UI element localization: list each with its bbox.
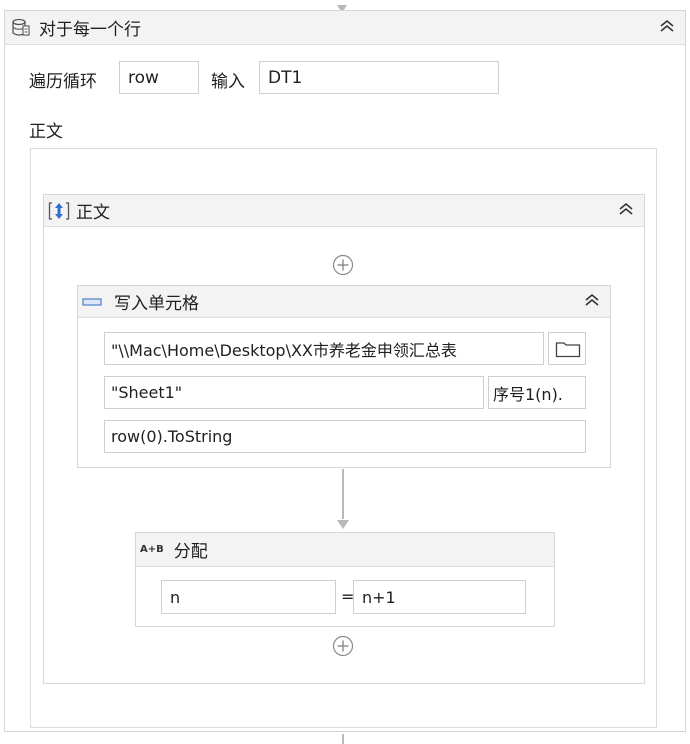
folder-icon (555, 340, 581, 358)
double-chevron-up-icon[interactable] (659, 18, 675, 38)
assign-header[interactable]: A+B 分配 (136, 533, 554, 567)
database-loop-icon (11, 18, 31, 38)
assign-activity[interactable]: A+B 分配 n = n+1 (135, 532, 555, 627)
flow-connector (342, 469, 344, 519)
cell-range-field[interactable]: 序号1(n). (488, 376, 586, 409)
foreach-header[interactable]: 对于每一个行 (5, 11, 685, 45)
write-cell-header[interactable]: 写入单元格 (78, 286, 610, 318)
input-collection-field[interactable]: DT1 (259, 61, 499, 94)
sheet-name-field[interactable]: "Sheet1" (104, 376, 484, 409)
sequence-activity[interactable]: 正文 写入单元格 "\\Mac\Home\Desktop\XX市养老金申领汇总表… (43, 194, 645, 684)
foreach-activity[interactable]: 对于每一个行 遍历循环 row 输入 DT1 正文 正文 写入单元格 "\\Ma… (4, 10, 686, 732)
write-cell-activity[interactable]: 写入单元格 "\\Mac\Home\Desktop\XX市养老金申领汇总表 "S… (77, 285, 611, 468)
sequence-icon (48, 201, 70, 221)
double-chevron-up-icon[interactable] (618, 201, 634, 221)
sequence-header[interactable]: 正文 (44, 195, 644, 227)
body-label: 正文 (29, 122, 63, 142)
workbook-path-field[interactable]: "\\Mac\Home\Desktop\XX市养老金申领汇总表 (104, 332, 544, 365)
assign-to-field[interactable]: n (161, 580, 336, 614)
write-cell-title: 写入单元格 (114, 294, 199, 314)
body-container: 正文 写入单元格 "\\Mac\Home\Desktop\XX市养老金申领汇总表… (30, 148, 657, 728)
add-circle-icon[interactable] (332, 635, 354, 661)
loop-label: 遍历循环 (29, 72, 97, 92)
assign-icon: A+B (140, 544, 164, 555)
bottom-connector (342, 734, 344, 744)
assign-title: 分配 (173, 542, 208, 562)
loop-variable-input[interactable]: row (119, 61, 199, 94)
cell-icon (82, 295, 102, 309)
foreach-title: 对于每一个行 (39, 20, 141, 40)
top-connector (336, 0, 348, 13)
input-label: 输入 (211, 72, 245, 92)
add-circle-icon[interactable] (332, 254, 354, 280)
value-field[interactable]: row(0).ToString (104, 420, 586, 453)
double-chevron-up-icon[interactable] (584, 292, 600, 312)
sequence-title: 正文 (76, 203, 110, 223)
folder-browse-button[interactable] (548, 332, 586, 365)
assign-value-field[interactable]: n+1 (353, 580, 526, 614)
